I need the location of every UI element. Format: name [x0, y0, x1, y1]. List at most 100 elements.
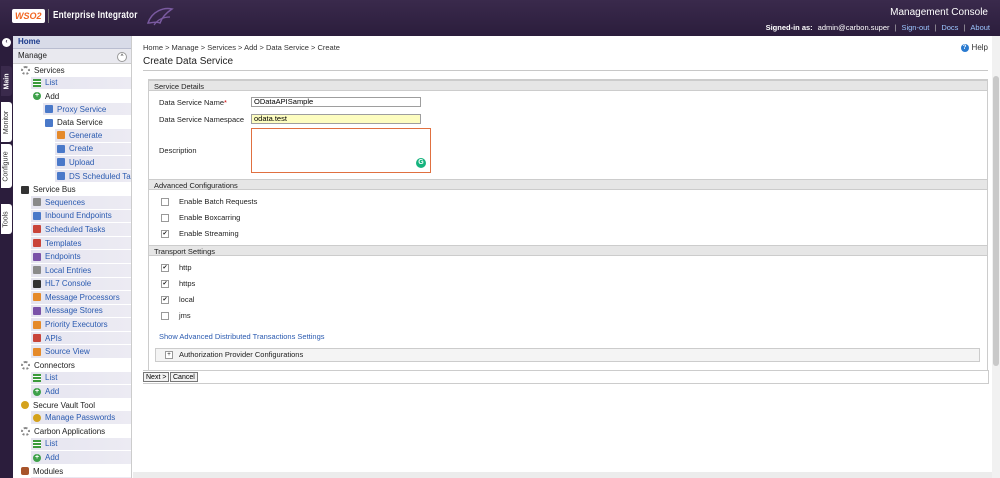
expand-icon[interactable]: + [165, 351, 173, 359]
jms-label: jms [179, 311, 191, 320]
plus-icon: + [33, 92, 41, 101]
nav-item-label: Data Service [57, 118, 103, 128]
nav-item-generate[interactable]: Generate [13, 128, 131, 143]
nav-item-add[interactable]: + Add [13, 451, 131, 465]
description-label: Description [159, 146, 197, 155]
nav-item-label: Manage Passwords [45, 413, 116, 423]
connectors-icon [21, 360, 30, 370]
vertical-scrollbar[interactable] [992, 36, 1000, 478]
local-label: local [179, 295, 195, 304]
nav-item-endpoints[interactable]: Endpoints [13, 250, 131, 264]
description-textarea[interactable]: G [251, 128, 431, 173]
next-button[interactable]: Next > [143, 372, 170, 382]
nav-item-add[interactable]: + Add [13, 385, 131, 399]
nav-item-apis[interactable]: APIs [13, 331, 131, 346]
auth-provider-section[interactable]: + Authorization Provider Configurations [155, 348, 980, 362]
nav-manage-header: Manage ^ [13, 49, 131, 64]
nav-item-upload[interactable]: Upload [13, 156, 131, 170]
streaming-checkbox[interactable]: ✔ [161, 230, 169, 238]
service-name-label: Data Service Name* [159, 98, 227, 107]
nav-item-source-view[interactable]: Source View [13, 345, 131, 360]
nav-item-label: Local Entries [45, 265, 92, 275]
nav-item-inbound-endpoints[interactable]: Inbound Endpoints [13, 209, 131, 224]
service-bus-icon [21, 185, 29, 194]
nav-item-sequences[interactable]: Sequences [13, 195, 131, 210]
grammarly-icon[interactable]: G [416, 158, 426, 168]
modules-icon [21, 467, 29, 476]
nav-item-modules[interactable]: Modules [13, 465, 131, 478]
main-content: Home > Manage > Services > Add > Data Se… [133, 36, 1000, 478]
nav-item-services[interactable]: Services [13, 64, 131, 77]
http-label: http [179, 263, 192, 272]
nav-item-local-entries[interactable]: Local Entries [13, 263, 131, 278]
nav-item-list[interactable]: List [13, 437, 131, 452]
nav-item-service-bus[interactable]: Service Bus [13, 183, 131, 196]
local-checkbox[interactable]: ✔ [161, 296, 169, 304]
boxcarring-checkbox[interactable] [161, 214, 169, 222]
https-checkbox[interactable]: ✔ [161, 280, 169, 288]
nav-item-secure-vault-tool[interactable]: Secure Vault Tool [13, 399, 131, 412]
gear-icon [21, 65, 30, 75]
show-advanced-transactions-link[interactable]: Show Advanced Distributed Transactions S… [159, 332, 325, 341]
logo-text: WSO2 [15, 11, 42, 21]
nav-item-hl7-console[interactable]: HL7 Console [13, 277, 131, 292]
wso2-logo[interactable]: WSO2 [12, 9, 45, 23]
nav-home[interactable]: Home [13, 36, 131, 49]
nav-item-priority-executors[interactable]: Priority Executors [13, 318, 131, 332]
ds-scheduled-tasks-icon [57, 172, 65, 181]
scrollbar-thumb[interactable] [993, 76, 999, 366]
breadcrumb[interactable]: Home > Manage > Services > Add > Data Se… [143, 43, 340, 52]
nav-item-create[interactable]: Create [13, 142, 131, 157]
inbound-endpoints-icon [33, 211, 41, 220]
nav-item-label: Sequences [45, 197, 86, 207]
docs-link[interactable]: Docs [941, 23, 958, 32]
apis-icon [33, 334, 41, 343]
product-name: Enterprise Integrator [53, 10, 138, 21]
jms-checkbox[interactable] [161, 312, 169, 320]
horizontal-scrollbar[interactable] [133, 472, 992, 478]
tab-configure[interactable]: Configure [1, 144, 12, 188]
nav-item-message-stores[interactable]: Message Stores [13, 304, 131, 319]
collapse-section-icon[interactable]: ^ [117, 52, 127, 62]
page-title: Create Data Service [143, 56, 234, 67]
nav-item-connectors[interactable]: Connectors [13, 359, 131, 372]
collapse-menu-icon[interactable]: ‹ [2, 38, 11, 47]
cancel-button[interactable]: Cancel [170, 372, 198, 382]
list-icon [33, 373, 41, 382]
tab-monitor[interactable]: Monitor [1, 102, 12, 142]
nav-item-label: List [45, 373, 58, 383]
create-icon [57, 144, 65, 153]
tab-tools[interactable]: Tools [1, 204, 12, 234]
help-link[interactable]: ? Help [960, 43, 988, 52]
nav-item-data-service[interactable]: Data Service [13, 116, 131, 129]
nav-item-templates[interactable]: Templates [13, 236, 131, 251]
about-link[interactable]: About [970, 23, 990, 32]
tab-main[interactable]: Main [1, 66, 12, 96]
auth-provider-label: Authorization Provider Configurations [179, 350, 304, 359]
local-entries-icon [33, 266, 41, 275]
sign-out-link[interactable]: Sign-out [901, 23, 929, 32]
separator: | [894, 23, 897, 32]
upload-icon [57, 158, 65, 167]
service-name-input[interactable] [251, 97, 421, 107]
title-divider [143, 70, 988, 71]
service-namespace-input[interactable] [251, 114, 421, 124]
nav-item-list[interactable]: List [13, 371, 131, 386]
nav-item-label: Message Stores [45, 306, 103, 316]
proxy-service-icon [45, 105, 53, 114]
nav-item-add[interactable]: + Add [13, 90, 131, 103]
message-stores-icon [33, 306, 41, 315]
nav-item-label: Upload [69, 157, 95, 167]
http-checkbox[interactable]: ✔ [161, 264, 169, 272]
batch-requests-checkbox[interactable] [161, 198, 169, 206]
nav-item-carbon-applications[interactable]: Carbon Applications [13, 425, 131, 438]
nav-item-proxy-service[interactable]: Proxy Service [13, 102, 131, 117]
nav-item-manage-passwords[interactable]: Manage Passwords [13, 411, 131, 426]
https-label: https [179, 279, 196, 288]
nav-item-message-processors[interactable]: Message Processors [13, 291, 131, 305]
button-row: Next > Cancel [143, 370, 989, 384]
nav-item-ds-scheduled-tasks[interactable]: DS Scheduled Tasks [13, 169, 131, 184]
nav-item-label: Carbon Applications [34, 426, 106, 436]
nav-item-list[interactable]: List [13, 76, 131, 91]
nav-item-scheduled-tasks[interactable]: Scheduled Tasks [13, 223, 131, 237]
